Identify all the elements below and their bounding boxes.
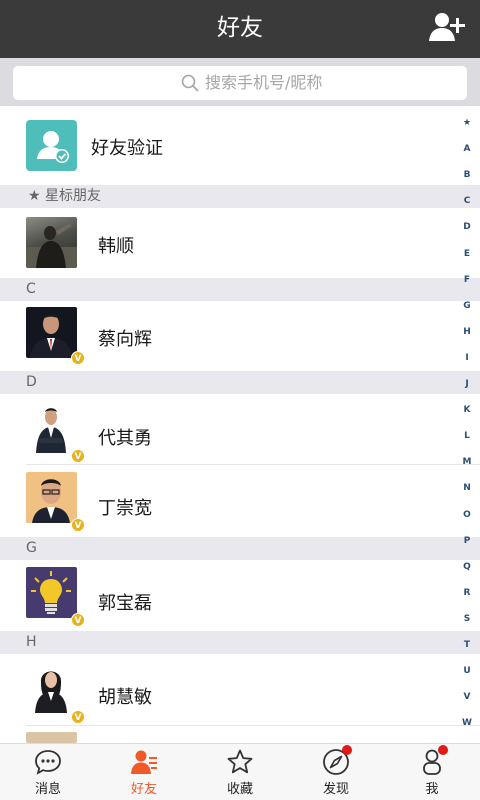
add-friend-icon	[429, 13, 465, 41]
tab-label: 我	[425, 782, 439, 797]
search-placeholder: 搜索手机号/昵称	[205, 73, 323, 92]
contact-row[interactable]	[0, 726, 480, 743]
tab-me[interactable]: 我	[384, 744, 480, 800]
notification-badge	[438, 745, 448, 755]
section-header-c: C	[0, 278, 480, 301]
verified-badge: V	[71, 351, 85, 365]
contact-list: 好友验证 ★ 星标朋友 韩顺 C V 蔡向辉 D V 代其勇 V 丁崇宽 G V…	[0, 106, 480, 743]
alphabet-index-letter[interactable]: G	[454, 301, 480, 311]
tab-favorites[interactable]: 收藏	[192, 744, 288, 800]
alphabet-index-letter[interactable]: C	[454, 196, 480, 206]
verified-badge: V	[71, 518, 85, 532]
contact-row[interactable]: 韩顺	[0, 208, 480, 278]
tab-label: 发现	[322, 782, 349, 797]
section-header-g: G	[0, 537, 480, 560]
page-title: 好友	[217, 15, 263, 41]
friend-verify-item[interactable]: 好友验证	[0, 106, 480, 185]
avatar	[26, 732, 77, 743]
alphabet-index-letter[interactable]: Q	[454, 562, 480, 572]
alphabet-index-letter[interactable]: S	[454, 614, 480, 624]
contact-row[interactable]: V 蔡向辉	[0, 301, 480, 371]
alphabet-index-letter[interactable]: J	[454, 379, 480, 389]
contact-name: 韩顺	[98, 236, 134, 257]
alphabet-index-letter[interactable]: T	[454, 640, 480, 650]
alphabet-index-letter[interactable]: W	[454, 718, 480, 728]
contact-row[interactable]: V 胡慧敏	[0, 654, 480, 726]
friend-verify-label: 好友验证	[91, 138, 163, 159]
app-header: 好友	[0, 0, 480, 58]
tab-messages[interactable]: 消息	[0, 744, 96, 800]
contact-name: 郭宝磊	[98, 593, 152, 614]
verified-badge: V	[71, 613, 85, 627]
bottom-tab-bar: 消息 好友 收藏 发现 我	[0, 743, 480, 800]
contact-name: 胡慧敏	[98, 687, 152, 708]
avatar	[26, 567, 77, 618]
alphabet-index-letter[interactable]: P	[454, 536, 480, 546]
alphabet-index-letter[interactable]: R	[454, 588, 480, 598]
chat-bubble-icon	[35, 750, 61, 775]
contact-row[interactable]: V 丁崇宽	[0, 465, 480, 537]
tab-label: 好友	[130, 782, 157, 797]
add-friend-button[interactable]	[428, 10, 468, 46]
verified-badge: V	[71, 449, 85, 463]
section-header-d: D	[0, 371, 480, 394]
contact-row[interactable]: V 代其勇	[0, 394, 480, 465]
contact-row[interactable]: V 郭宝磊	[0, 560, 480, 631]
tab-discover[interactable]: 发现	[288, 744, 384, 800]
alphabet-index-letter[interactable]: D	[454, 222, 480, 232]
alphabet-index-letter[interactable]: H	[454, 327, 480, 337]
avatar	[26, 217, 77, 268]
alphabet-index-letter[interactable]: E	[454, 249, 480, 259]
search-input[interactable]: 搜索手机号/昵称	[13, 66, 467, 100]
alphabet-index-letter[interactable]: B	[454, 170, 480, 180]
alphabet-index-letter[interactable]: F	[454, 275, 480, 285]
friends-icon	[131, 750, 157, 774]
alphabet-index-letter[interactable]: L	[454, 431, 480, 441]
tab-label: 收藏	[226, 782, 253, 797]
contact-name: 蔡向辉	[98, 329, 152, 350]
alphabet-index-letter[interactable]: N	[454, 483, 480, 493]
alphabet-index-letter[interactable]: O	[454, 510, 480, 520]
contact-name: 代其勇	[98, 428, 152, 449]
verified-badge: V	[71, 710, 85, 724]
avatar	[26, 307, 77, 358]
alphabet-index-letter[interactable]: A	[454, 144, 480, 154]
avatar	[26, 472, 77, 523]
tab-friends[interactable]: 好友	[96, 744, 192, 800]
alphabet-index-letter[interactable]: K	[454, 405, 480, 415]
section-header-h: H	[0, 631, 480, 654]
avatar	[26, 402, 77, 453]
alphabet-index[interactable]: ★ A B C D E F G H I J K L M N O P Q R S T U V W	[454, 118, 480, 743]
alphabet-index-letter[interactable]: I	[454, 353, 480, 363]
search-bar: 搜索手机号/昵称	[0, 58, 480, 106]
star-icon	[227, 749, 253, 774]
search-icon	[181, 74, 199, 92]
contact-name: 丁崇宽	[98, 498, 152, 519]
alphabet-index-letter[interactable]: M	[454, 457, 480, 467]
tab-label: 消息	[34, 782, 61, 797]
avatar	[26, 662, 77, 713]
notification-badge	[342, 745, 352, 755]
section-header-starred: ★ 星标朋友	[0, 185, 480, 208]
alphabet-index-letter[interactable]: ★	[454, 118, 480, 128]
friend-verify-icon	[26, 120, 77, 171]
alphabet-index-letter[interactable]: U	[454, 666, 480, 676]
alphabet-index-letter[interactable]: V	[454, 692, 480, 702]
